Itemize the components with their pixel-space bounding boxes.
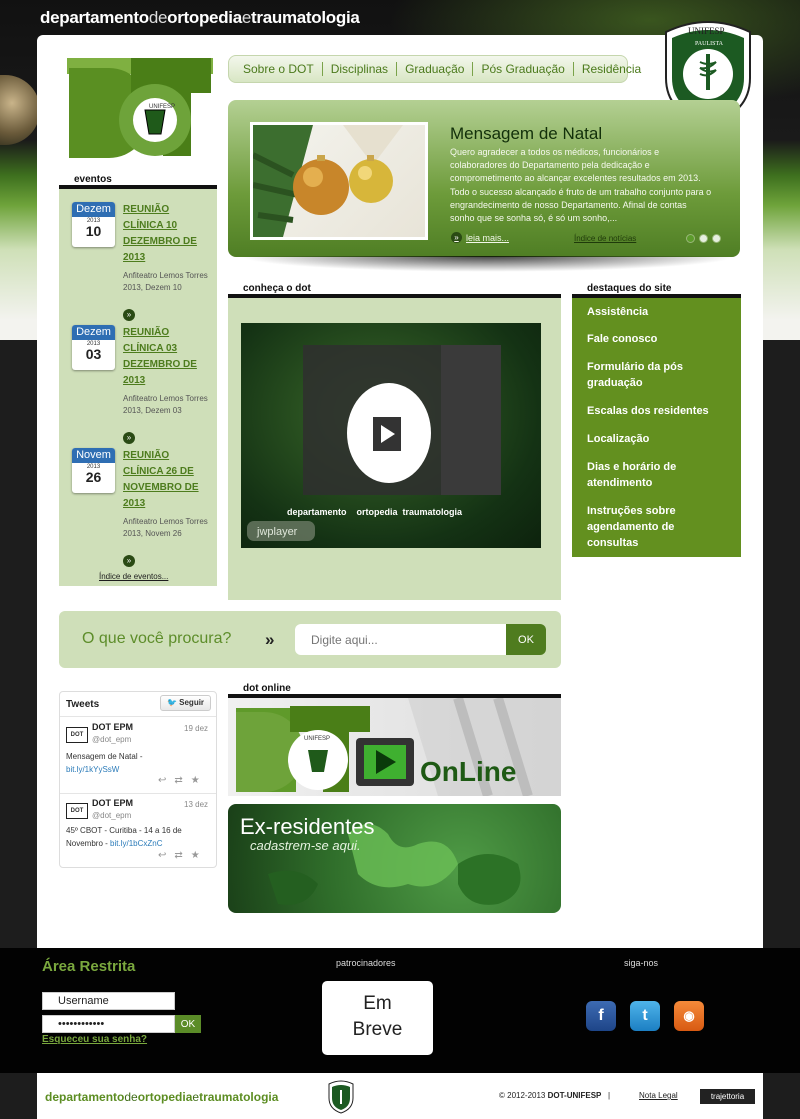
video-player[interactable]: departamento ortopedia traumatologia jwp…: [241, 323, 541, 548]
svg-text:PAULISTA: PAULISTA: [695, 41, 724, 47]
restricted-area-title: Área Restrita: [42, 958, 136, 975]
facebook-icon[interactable]: f: [586, 1001, 616, 1031]
svg-text:cadastrem-se aqui.: cadastrem-se aqui.: [250, 838, 361, 853]
password-field[interactable]: [42, 1015, 175, 1033]
ex-residents-banner[interactable]: Ex-residentes cadastrem-se aqui.: [228, 804, 561, 913]
tweet-handle[interactable]: @dot_epm: [92, 735, 131, 744]
event-arrow-icon[interactable]: »: [123, 432, 135, 444]
svg-text:OnLine: OnLine: [420, 756, 516, 787]
divider: [60, 793, 216, 794]
event-date-badge: Novem 2013 26: [72, 448, 115, 493]
login-button[interactable]: OK: [175, 1015, 201, 1033]
reply-icon[interactable]: ↩: [158, 775, 166, 786]
slide-dot-3[interactable]: [712, 234, 721, 243]
unifesp-small-seal: [328, 1080, 354, 1114]
twitter-bird-icon: 🐦: [166, 698, 177, 707]
dot-logo[interactable]: UNIFESP: [67, 58, 213, 158]
svg-text:UNIFESP: UNIFESP: [149, 104, 175, 110]
search-input[interactable]: [295, 624, 506, 655]
dot-online-banner[interactable]: UNIFESP OnLine: [228, 698, 561, 796]
svg-text:Ex-residentes: Ex-residentes: [240, 814, 375, 839]
avatar[interactable]: DOT: [66, 727, 88, 743]
footer-site-title: departamentodeortopediaetraumatologia: [45, 1090, 279, 1104]
forgot-password-link[interactable]: Esqueceu sua senha?: [42, 1034, 147, 1045]
divider: [60, 716, 216, 717]
tweet-author[interactable]: DOT EPM: [92, 722, 133, 732]
dot-online-heading: dot online: [228, 683, 561, 698]
tweet-actions: ↩ ⇄ ★: [158, 775, 200, 786]
rss-icon[interactable]: ◉: [674, 1001, 704, 1031]
tweet-text: 45º CBOT - Curitiba - 14 a 16 de Novembr…: [66, 826, 182, 848]
search-question: O que você procura?: [82, 630, 232, 647]
svg-text:departamento ortopedia tra: departamento ortopedia traumatologia: [287, 507, 463, 517]
slide-image[interactable]: [250, 122, 428, 240]
event-title[interactable]: REUNIÃO CLÍNICA 26 DE NOVEMBRO DE 2013: [123, 448, 208, 512]
news-index-link[interactable]: Índice de notícias: [574, 234, 636, 243]
events-heading: eventos: [59, 174, 217, 189]
slide-title[interactable]: Mensagem de Natal: [450, 124, 602, 144]
favorite-icon[interactable]: ★: [191, 775, 200, 786]
event-meta: Anfiteatro Lemos Torres 2013, Novem 26: [123, 517, 208, 538]
slider-shadow: [238, 256, 738, 272]
event-title[interactable]: REUNIÃO CLÍNICA 10 DEZEMBRO DE 2013: [123, 202, 208, 266]
double-arrow-icon: »: [265, 630, 275, 649]
events-index-link[interactable]: Índice de eventos...: [99, 572, 168, 581]
event-date-badge: Dezem 2013 03: [72, 325, 115, 370]
tweet-actions: ↩ ⇄ ★: [158, 850, 200, 861]
read-more-link[interactable]: » leia mais...: [451, 232, 509, 243]
tweet-text: Mensagem de Natal - bit.ly/1kYySsW: [66, 752, 143, 774]
svg-text:UNIFESP: UNIFESP: [304, 736, 330, 742]
favorite-icon[interactable]: ★: [191, 850, 200, 861]
nav-graduacao[interactable]: Graduação: [397, 62, 474, 76]
highlights-heading: destaques do site: [572, 283, 741, 298]
nav-pos-graduacao[interactable]: Pós Graduação: [473, 62, 574, 76]
avatar[interactable]: DOT: [66, 803, 88, 819]
highlight-horarios[interactable]: Dias e horário de atendimento: [587, 459, 727, 491]
arrow-icon: »: [451, 232, 462, 243]
agency-logo[interactable]: trajettoria: [700, 1089, 755, 1104]
highlight-escalas[interactable]: Escalas dos residentes: [587, 403, 727, 419]
highlight-fale-conosco[interactable]: Fale conosco: [587, 331, 727, 347]
slide-dot-2[interactable]: [699, 234, 708, 243]
nav-sobre[interactable]: Sobre o DOT: [235, 62, 323, 76]
highlight-agendamento[interactable]: Instruções sobre agendamento de consulta…: [587, 503, 727, 551]
follow-us-heading: siga-nos: [624, 958, 659, 968]
tweet-link[interactable]: bit.ly/1bCxZnC: [110, 839, 162, 848]
event-date-badge: Dezem 2013 10: [72, 202, 115, 247]
twitter-icon[interactable]: t: [630, 1001, 660, 1031]
tweet-author[interactable]: DOT EPM: [92, 798, 133, 808]
nav-disciplinas[interactable]: Disciplinas: [323, 62, 398, 76]
event-arrow-icon[interactable]: »: [123, 555, 135, 567]
svg-text:UNIFESP: UNIFESP: [688, 26, 725, 36]
retweet-icon[interactable]: ⇄: [174, 775, 182, 786]
event-title[interactable]: REUNIÃO CLÍNICA 03 DEZEMBRO DE 2013: [123, 325, 208, 389]
search-button[interactable]: OK: [506, 624, 546, 655]
about-heading: conheça o dot: [228, 283, 561, 298]
highlight-assistencia[interactable]: Assistência: [587, 304, 727, 320]
reply-icon[interactable]: ↩: [158, 850, 166, 861]
retweet-icon[interactable]: ⇄: [174, 850, 182, 861]
tweet-date[interactable]: 13 dez: [184, 800, 208, 809]
tweet-handle[interactable]: @dot_epm: [92, 811, 131, 820]
slide-dot-1[interactable]: [686, 234, 695, 243]
coming-soon-box: Em Breve: [322, 981, 433, 1055]
main-nav: Sobre o DOT Disciplinas Graduação Pós Gr…: [228, 55, 641, 83]
slide-text: Quero agradecer a todos os médicos, func…: [450, 147, 712, 224]
tweets-heading: Tweets: [66, 699, 100, 710]
nav-residencia[interactable]: Residência: [574, 62, 649, 76]
event-arrow-icon[interactable]: »: [123, 309, 135, 321]
highlight-formulario[interactable]: Formulário da pós graduação: [587, 359, 727, 391]
follow-button[interactable]: 🐦 Seguir: [160, 695, 211, 711]
tweet-link[interactable]: bit.ly/1kYySsW: [66, 765, 119, 774]
event-meta: Anfiteatro Lemos Torres 2013, Dezem 10: [123, 271, 208, 292]
site-title: departamentodeortopediaetraumatologia: [40, 8, 360, 27]
tweet-date[interactable]: 19 dez: [184, 724, 208, 733]
legal-notice-link[interactable]: Nota Legal: [639, 1091, 678, 1100]
svg-text:jwplayer: jwplayer: [256, 526, 298, 538]
copyright: © 2012-2013 DOT-UNIFESP |: [499, 1091, 615, 1100]
event-meta: Anfiteatro Lemos Torres 2013, Dezem 03: [123, 394, 208, 415]
sponsors-heading: patrocinadores: [336, 958, 396, 968]
username-field[interactable]: [42, 992, 175, 1010]
highlight-localizacao[interactable]: Localização: [587, 431, 727, 447]
